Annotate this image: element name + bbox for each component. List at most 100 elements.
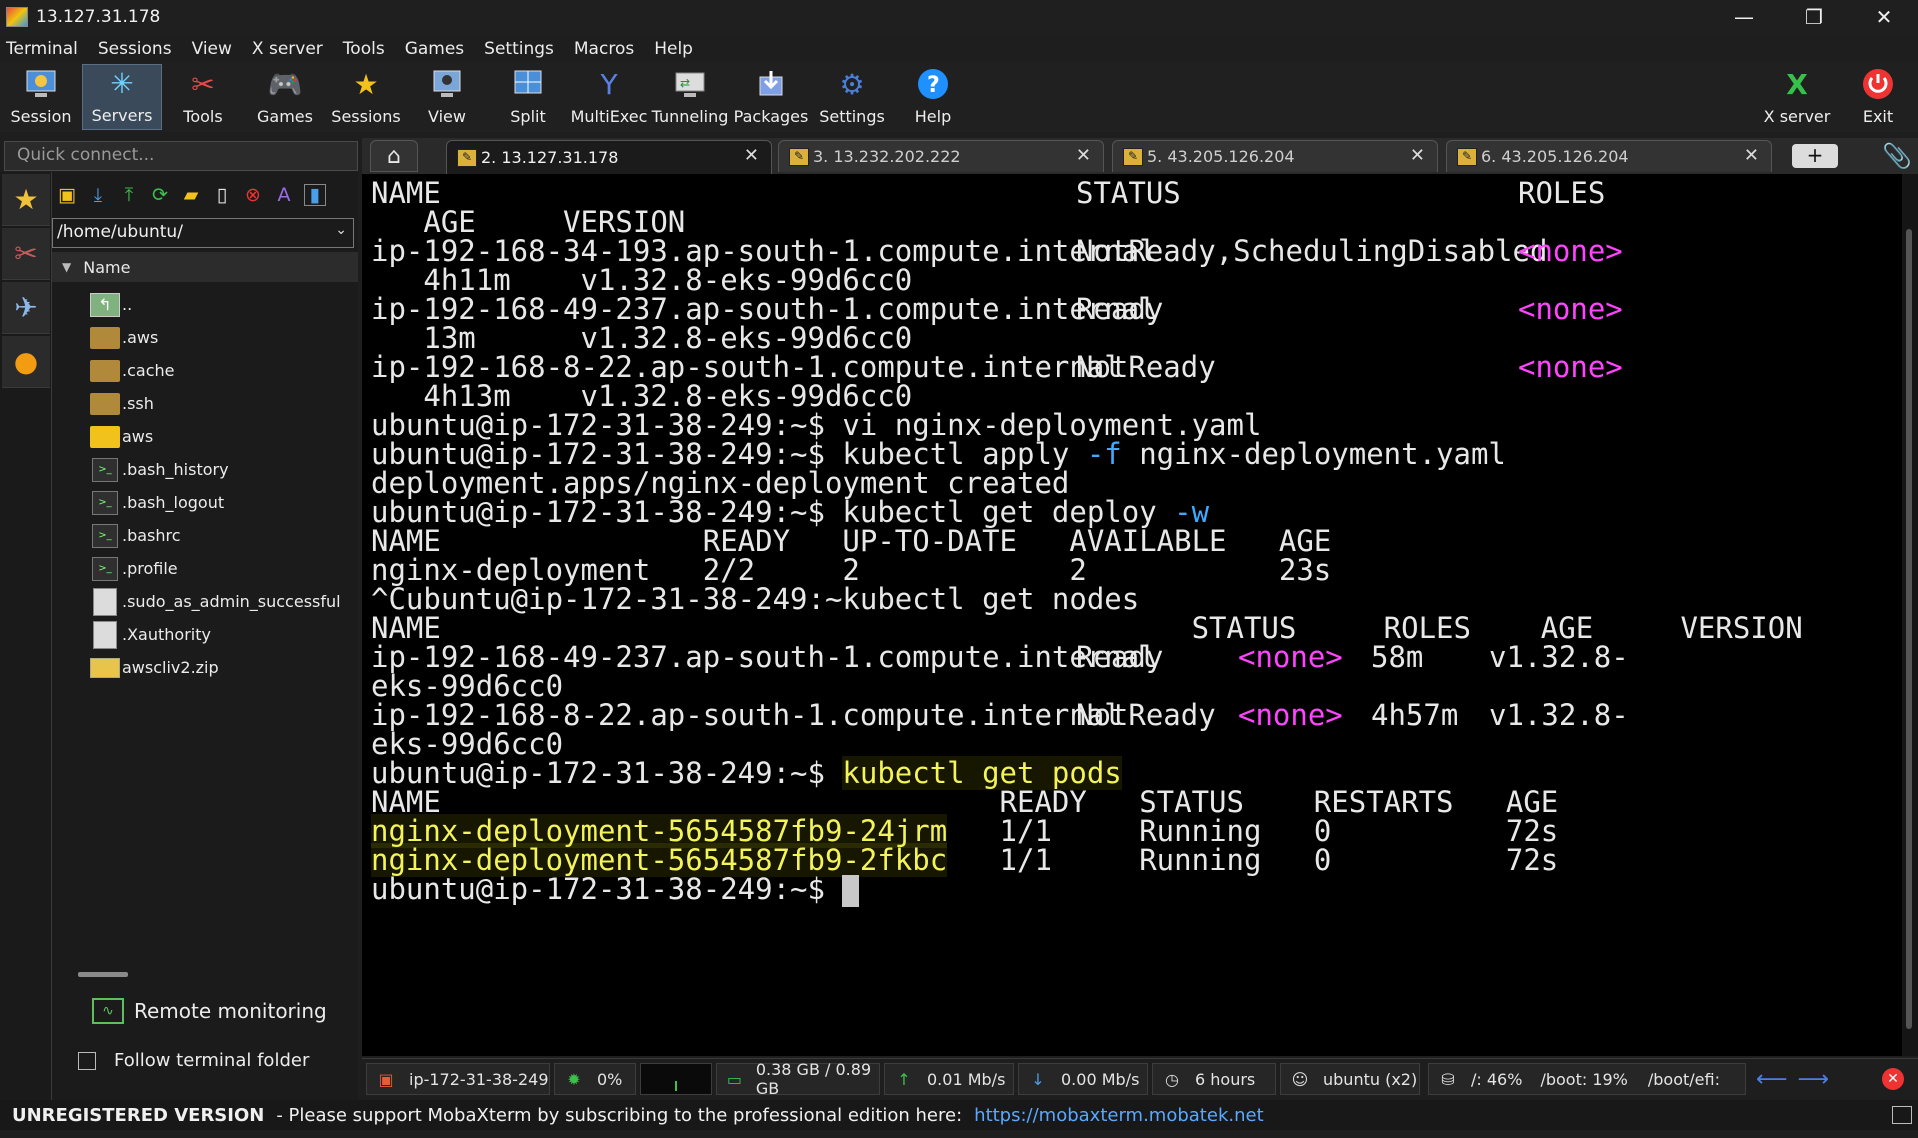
servers-button[interactable]: ✳ Servers: [82, 64, 162, 130]
menu-sessions[interactable]: Sessions: [98, 39, 172, 59]
name-column-header[interactable]: ▼ Name: [52, 252, 358, 282]
sidebar-item-tools[interactable]: ✂: [2, 228, 50, 280]
window-icon[interactable]: [1892, 1106, 1912, 1124]
list-item[interactable]: >_ .bashrc: [90, 519, 358, 552]
status-download: ↓ 0.00 Mb/s: [1018, 1063, 1148, 1095]
status-scroll-arrows: ⟵ ⟶: [1748, 1063, 1829, 1095]
close-window-button[interactable]: ✕: [1856, 0, 1912, 34]
list-item[interactable]: >_ .profile: [90, 552, 358, 585]
parent-folder-icon: ↰: [90, 292, 120, 317]
tab-session-3[interactable]: ✎ 3. 13.232.202.222 ✕: [778, 140, 1104, 172]
list-item[interactable]: .sudo_as_admin_successful: [90, 585, 358, 618]
list-item[interactable]: .cache: [90, 354, 358, 387]
panel-splitter-handle[interactable]: [78, 972, 128, 977]
arrow-left-icon[interactable]: ⟵: [1756, 1067, 1788, 1092]
menu-tools[interactable]: Tools: [343, 39, 385, 59]
status-upload: ↑ 0.01 Mb/s: [884, 1063, 1014, 1095]
home-tab[interactable]: ⌂: [370, 140, 418, 172]
tab-session-5[interactable]: ✎ 5. 43.205.126.204 ✕: [1112, 140, 1438, 172]
list-item[interactable]: .Xauthority: [90, 618, 358, 651]
close-tab-icon[interactable]: ✕: [1076, 145, 1091, 166]
tab-session-2[interactable]: ✎ 2. 13.127.31.178 ✕: [446, 140, 772, 174]
sidebar-item-favorites[interactable]: ★: [2, 174, 50, 226]
arrow-right-icon[interactable]: ⟶: [1798, 1067, 1830, 1092]
list-item[interactable]: >_ .bash_logout: [90, 486, 358, 519]
folder-icon: [90, 359, 120, 382]
download-icon[interactable]: ⤓: [87, 184, 109, 206]
new-file-icon[interactable]: ▯: [211, 184, 233, 206]
tunneling-button[interactable]: ⇄ Tunneling: [650, 64, 730, 130]
menu-games[interactable]: Games: [405, 39, 464, 59]
refresh-icon[interactable]: ⟳: [149, 184, 171, 206]
terminal-cursor: [842, 875, 860, 907]
panel-toggle-icon[interactable]: ▮: [304, 184, 326, 206]
list-item[interactable]: aws: [90, 420, 358, 453]
view-button[interactable]: View: [407, 64, 487, 130]
list-item[interactable]: >_ .bash_history: [90, 453, 358, 486]
gear-icon: ⚙: [839, 67, 865, 101]
tools-button[interactable]: ✂ Tools: [163, 64, 243, 130]
terminal-line: ubuntu@ip-172-31-38-249:~$: [371, 872, 860, 907]
script-file-icon: >_: [92, 457, 118, 482]
close-tab-icon[interactable]: ✕: [1410, 145, 1425, 166]
games-button[interactable]: 🎮 Games: [245, 64, 325, 130]
path-input[interactable]: /home/ubuntu/ ⌄: [52, 218, 354, 248]
attachment-icon[interactable]: 📎: [1882, 142, 1912, 170]
file-icon: [93, 587, 117, 616]
menu-help[interactable]: Help: [654, 39, 693, 59]
follow-terminal-folder-toggle[interactable]: Follow terminal folder: [78, 1050, 309, 1071]
session-button[interactable]: Session: [1, 64, 81, 130]
sidebar-item-sftp[interactable]: ✈: [2, 282, 50, 334]
close-circle-icon: ✕: [1882, 1068, 1904, 1090]
packages-button[interactable]: Packages: [731, 64, 811, 130]
terminal-output[interactable]: NAME STATUS ROLES AGE VERSION ip-192-168-3…: [362, 174, 1902, 1056]
folder-up-icon[interactable]: ▣: [56, 184, 78, 206]
close-tab-icon[interactable]: ✕: [1744, 145, 1759, 166]
x-server-button[interactable]: X X server: [1757, 64, 1837, 130]
list-item-parent[interactable]: ↰..: [90, 288, 358, 321]
menu-macros[interactable]: Macros: [574, 39, 634, 59]
status-cpu: ✹ 0%: [554, 1063, 636, 1095]
tab-session-6[interactable]: ✎ 6. 43.205.126.204 ✕: [1446, 140, 1772, 172]
remote-monitoring-button[interactable]: ∿ Remote monitoring: [92, 998, 327, 1024]
status-memory: ▭ 0.38 GB / 0.89 GB: [716, 1060, 880, 1098]
new-tab-button[interactable]: +: [1792, 144, 1838, 168]
menu-settings[interactable]: Settings: [484, 39, 554, 59]
close-tab-icon[interactable]: ✕: [744, 145, 759, 166]
multiexec-button[interactable]: Y MultiExec: [569, 64, 649, 130]
menu-x-server[interactable]: X server: [252, 39, 323, 59]
list-item[interactable]: awscliv2.zip: [90, 651, 358, 684]
terminal-tab-icon: ✎: [457, 148, 477, 167]
quick-connect-input[interactable]: Quick connect...: [4, 141, 358, 171]
rename-icon[interactable]: A: [273, 184, 295, 206]
menu-view[interactable]: View: [192, 39, 232, 59]
sort-triangle-icon: ▼: [62, 260, 72, 274]
upload-icon[interactable]: ⤒: [118, 184, 140, 206]
sidebar-item-macros[interactable]: ●: [2, 336, 50, 388]
chevron-down-icon[interactable]: ⌄: [335, 222, 347, 238]
menu-terminal[interactable]: Terminal: [6, 39, 78, 59]
terminal-line: ip-192-168-8-22.ap-south-1.compute.inter…: [371, 698, 1629, 732]
exit-button[interactable]: Exit: [1838, 64, 1918, 130]
list-item[interactable]: .aws: [90, 321, 358, 354]
settings-button[interactable]: ⚙ Settings: [812, 64, 892, 130]
restore-button[interactable]: ❐: [1786, 0, 1842, 34]
multiexec-icon: Y: [600, 67, 618, 101]
split-icon: [510, 67, 546, 101]
new-folder-icon[interactable]: ▰: [180, 184, 202, 206]
delete-icon[interactable]: ⊗: [242, 184, 264, 206]
help-button[interactable]: ? Help: [893, 64, 973, 130]
split-button[interactable]: Split: [488, 64, 568, 130]
terminal-scrollbar[interactable]: [1902, 174, 1918, 1056]
terminal-line: ip-192-168-49-237.ap-south-1.compute.int…: [371, 640, 1629, 674]
star-icon: ★: [353, 67, 379, 101]
sessions-button[interactable]: ★ Sessions: [326, 64, 406, 130]
status-close-button[interactable]: ✕: [1874, 1063, 1908, 1095]
mobaxterm-website-link[interactable]: https://mobaxterm.mobatek.net: [974, 1105, 1263, 1126]
minimize-button[interactable]: —: [1716, 0, 1772, 34]
file-icon: [93, 620, 117, 649]
file-toolbar: ▣ ⤓ ⤒ ⟳ ▰ ▯ ⊗ A ▮: [52, 172, 358, 218]
scrollbar-thumb[interactable]: [1906, 229, 1912, 1029]
list-item[interactable]: .ssh: [90, 387, 358, 420]
follow-folder-checkbox[interactable]: [78, 1051, 96, 1070]
